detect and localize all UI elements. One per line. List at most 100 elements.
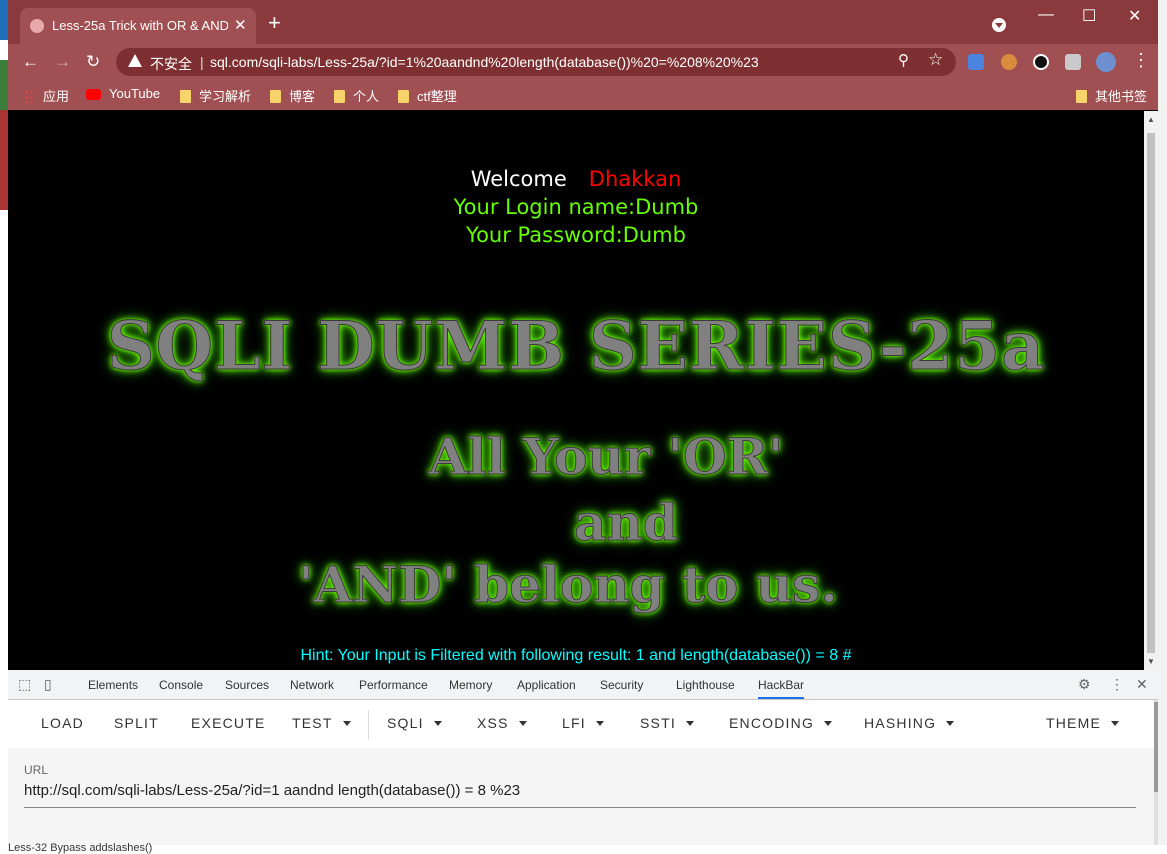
caret-down-icon [342,721,351,726]
bookmarks-bar: 应用 YouTube 学习解析 博客 个人 ctf整理 其他书签 [8,80,1158,110]
login-name-text: Your Login name:Dumb [453,195,699,219]
bookmark-label: YouTube [109,86,161,101]
caret-down-icon [685,721,694,726]
background-window-bottom: Less-32 Bypass addslashes() [0,842,1167,854]
avatar[interactable] [1096,52,1116,72]
background-window-right [1158,0,1167,852]
caret-down-icon [433,721,442,726]
device-toolbar-icon[interactable]: ▯ [44,676,52,693]
bookmark-label: 个人 [353,89,380,104]
tab-title: Less-25a Trick with OR & AND [52,18,228,33]
test-menu-button[interactable]: TEST [292,715,351,731]
address-separator: | [200,54,204,70]
back-button[interactable]: ← [22,52,39,72]
forward-button[interactable]: → [54,52,71,72]
ssti-menu-button[interactable]: SSTI [640,715,694,731]
caret-down-icon [1111,721,1119,726]
folder-icon [180,90,191,103]
zoom-icon[interactable]: ⚲ [898,51,909,69]
button-label: ENCODING [729,715,815,731]
load-button[interactable]: LOAD [41,715,84,731]
tab-sources[interactable]: Sources [225,678,269,692]
page-scrollbar[interactable]: ▲ ▼ [1144,111,1158,670]
settings-gear-icon[interactable]: ⚙ [1078,676,1091,693]
scrollbar-thumb[interactable] [1154,702,1158,792]
inspect-element-icon[interactable]: ⬚ [18,676,31,693]
banner-line-or: All Your 'OR' [428,427,784,487]
bookmark-label: 博客 [289,89,316,104]
maximize-button[interactable]: ☐ [1082,6,1096,26]
devtools-scrollbar[interactable] [1154,700,1158,845]
hint-text: Hint: Your Input is Filtered with follow… [300,647,852,664]
globe-icon [30,19,44,33]
tab-lighthouse[interactable]: Lighthouse [676,678,735,692]
tab-network[interactable]: Network [290,678,334,692]
new-tab-button[interactable]: + [268,12,281,34]
button-label: HASHING [864,715,937,731]
welcome-text: Welcome [470,167,567,191]
address-url[interactable]: sql.com/sqli-labs/Less-25a/?id=1%20aandn… [210,54,759,70]
tab-security[interactable]: Security [600,678,643,692]
security-label[interactable]: 不安全 [150,54,192,74]
tab-application[interactable]: Application [517,678,576,692]
browser-window: Less-25a Trick with OR & AND ✕ + — ☐ ✕ ←… [8,0,1158,845]
hashing-menu-button[interactable]: HASHING [864,715,955,731]
bookmark-folder-study[interactable]: 学习解析 [180,86,251,105]
tab-memory[interactable]: Memory [449,678,492,692]
tab-console[interactable]: Console [159,678,203,692]
tab-hackbar[interactable]: HackBar [758,678,805,699]
background-link-text: Less-32 Bypass addslashes() [8,842,153,854]
sqli-menu-button[interactable]: SQLI [387,715,442,731]
puzzle-extensions-icon[interactable] [1065,54,1081,70]
button-label: SQLI [387,715,424,731]
bookmark-folder-blog[interactable]: 博客 [270,86,315,105]
reload-button[interactable]: ↻ [86,52,100,72]
encoding-menu-button[interactable]: ENCODING [729,715,833,731]
devtools-menu-icon[interactable]: ⋮ [1110,676,1124,693]
extension-icon[interactable] [1033,54,1049,70]
browser-toolbar: ← → ↻ 不安全 | sql.com/sqli-labs/Less-25a/?… [8,44,1158,80]
theme-menu-button[interactable]: THEME [1046,715,1119,731]
apps-grid-icon [24,90,35,103]
bookmark-youtube[interactable]: YouTube [86,86,160,101]
bookmark-star-icon[interactable]: ☆ [928,50,943,70]
folder-icon [1076,90,1087,103]
toolbar-divider [368,710,369,740]
button-label: TEST [292,715,333,731]
scrollbar-thumb[interactable] [1147,133,1155,653]
button-label: THEME [1046,715,1101,731]
tab-elements[interactable]: Elements [88,678,138,692]
bookmark-folder-personal[interactable]: 个人 [334,86,379,105]
split-button[interactable]: SPLIT [114,715,159,731]
close-window-button[interactable]: ✕ [1128,6,1141,26]
bookmark-label: 其他书签 [1095,89,1148,104]
password-text: Your Password:Dumb [466,223,686,247]
devtools-panel: ⬚ ▯ Elements Console Sources Network Per… [8,670,1158,845]
minimize-button[interactable]: — [1038,6,1054,24]
url-input[interactable]: http://sql.com/sqli-labs/Less-25a/?id=1 … [24,782,520,799]
scroll-down-icon[interactable]: ▼ [1147,657,1155,666]
banner-line-belong: 'AND' belong to us. [298,555,838,615]
tab-performance[interactable]: Performance [359,678,428,692]
execute-button[interactable]: EXECUTE [191,715,266,731]
hackbar-url-section: URL http://sql.com/sqli-labs/Less-25a/?i… [8,748,1158,845]
devtools-close-icon[interactable]: ✕ [1136,676,1148,693]
title-bar: Less-25a Trick with OR & AND ✕ + — ☐ ✕ [8,0,1158,44]
browser-menu-icon[interactable]: ⋮ [1132,50,1150,71]
browser-tab[interactable]: Less-25a Trick with OR & AND ✕ [20,8,256,44]
address-bar[interactable]: 不安全 | sql.com/sqli-labs/Less-25a/?id=1%2… [116,48,956,76]
bookmark-apps[interactable]: 应用 [24,86,69,105]
welcome-line: Welcome Dhakkan [8,167,1144,191]
extension-icon[interactable] [1001,54,1017,70]
translate-extension-icon[interactable] [968,54,984,70]
tab-close-icon[interactable]: ✕ [234,16,247,34]
bookmark-folder-ctf[interactable]: ctf整理 [398,86,457,105]
background-block [0,0,8,40]
button-label: XSS [477,715,509,731]
bookmark-folder-others[interactable]: 其他书签 [1076,86,1147,105]
tab-search-icon[interactable] [992,18,1006,32]
bookmark-label: 应用 [43,89,70,104]
scroll-up-icon[interactable]: ▲ [1147,115,1155,124]
xss-menu-button[interactable]: XSS [477,715,527,731]
lfi-menu-button[interactable]: LFI [562,715,604,731]
